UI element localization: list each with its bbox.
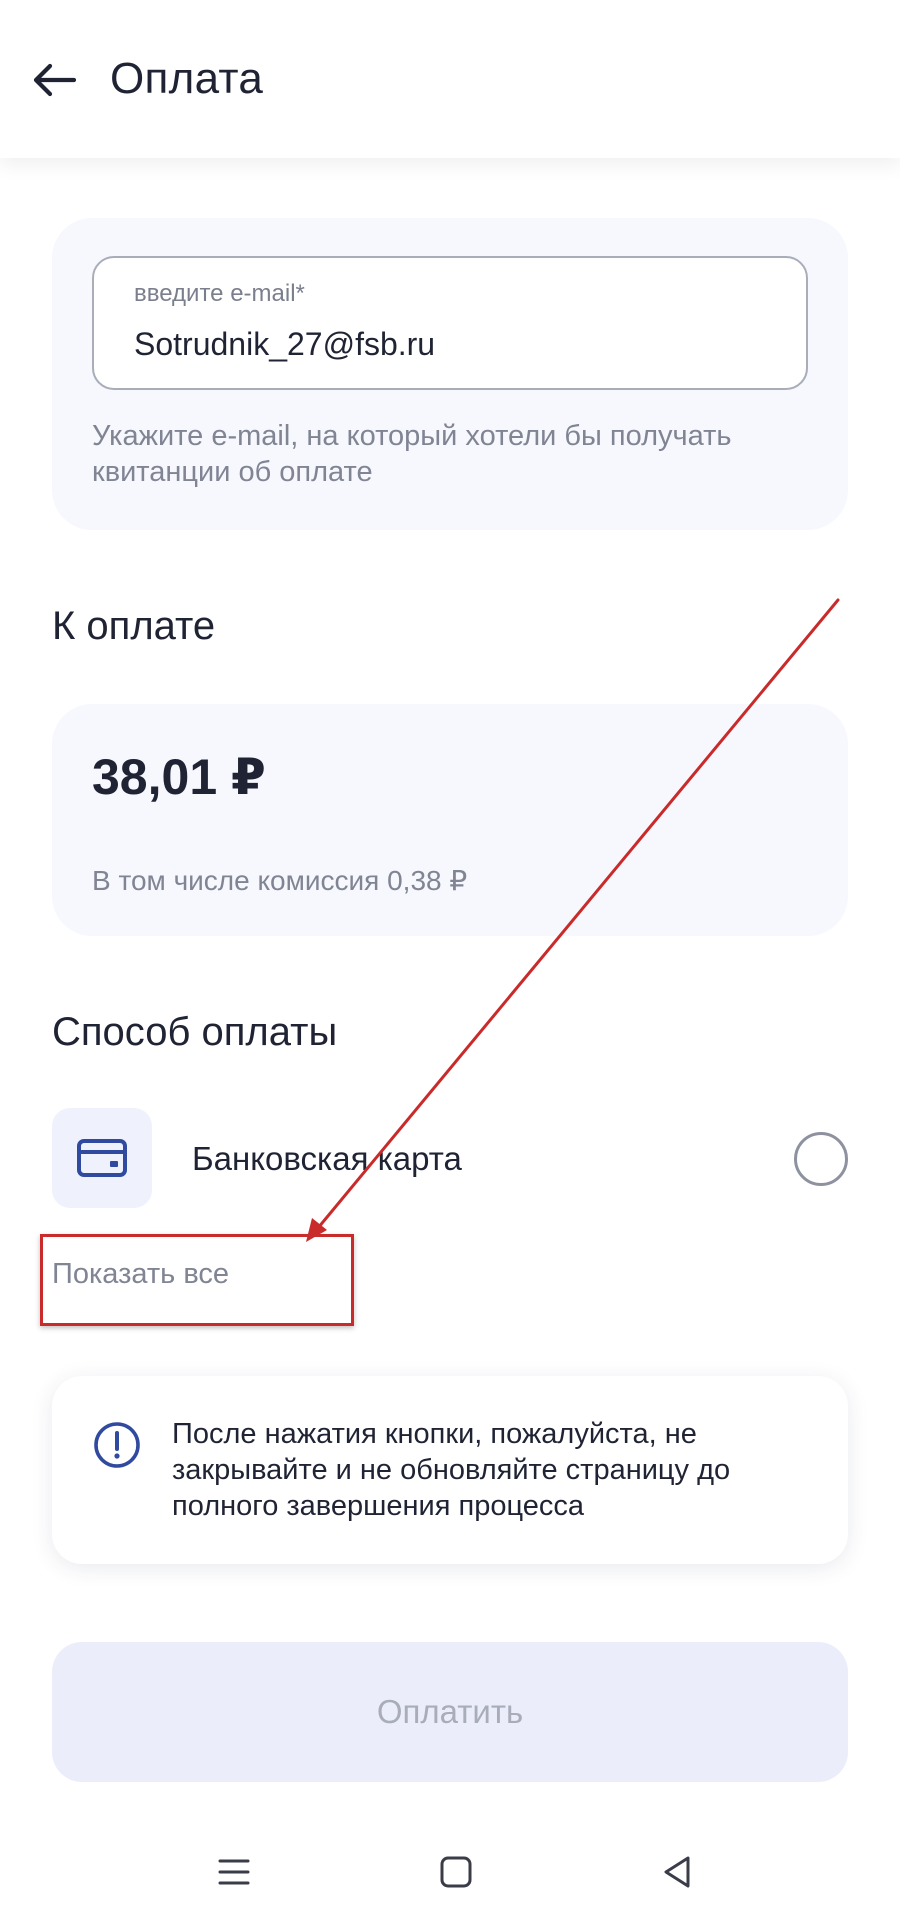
home-square-icon[interactable] bbox=[436, 1852, 476, 1892]
system-nav-bar bbox=[0, 1820, 900, 1920]
email-field-value[interactable]: Sotrudnik_27@fsb.ru bbox=[134, 326, 435, 363]
email-field-label: введите e-mail* bbox=[134, 280, 305, 307]
amount-value: 38,01 ₽ bbox=[92, 749, 266, 805]
exclamation-circle-icon bbox=[94, 1422, 140, 1468]
page-title: Оплата bbox=[110, 54, 264, 103]
bank-card-label: Банковская карта bbox=[192, 1140, 462, 1177]
back-triangle-icon[interactable] bbox=[658, 1852, 698, 1892]
bank-card-radio[interactable] bbox=[794, 1132, 848, 1186]
email-field[interactable]: введите e-mail* Sotrudnik_27@fsb.ru bbox=[92, 256, 808, 390]
bank-card-icon-box bbox=[52, 1108, 152, 1208]
pay-button[interactable]: Оплатить bbox=[52, 1642, 848, 1782]
commission-text: В том числе комиссия 0,38 ₽ bbox=[92, 865, 468, 896]
payment-method-bank-card[interactable]: Банковская карта bbox=[52, 1108, 848, 1208]
annotation-highlight-box bbox=[40, 1234, 354, 1326]
notice-text: После нажатия кнопки, пожалуйста, не зак… bbox=[172, 1418, 731, 1522]
app-header: Оплата bbox=[0, 0, 900, 158]
notice-card: После нажатия кнопки, пожалуйста, не зак… bbox=[52, 1376, 848, 1564]
menu-icon[interactable] bbox=[214, 1852, 254, 1892]
credit-card-icon bbox=[77, 1139, 127, 1177]
email-hint: Укажите e-mail, на который хотели бы пол… bbox=[92, 420, 732, 488]
arrow-left-icon bbox=[33, 63, 76, 97]
back-button[interactable] bbox=[24, 50, 84, 110]
amount-card: 38,01 ₽ В том числе комиссия 0,38 ₽ bbox=[52, 704, 848, 936]
email-card: введите e-mail* Sotrudnik_27@fsb.ru Укаж… bbox=[52, 218, 848, 530]
payment-method-title: Способ оплаты bbox=[52, 1010, 338, 1054]
amount-section-title: К оплате bbox=[52, 604, 216, 648]
